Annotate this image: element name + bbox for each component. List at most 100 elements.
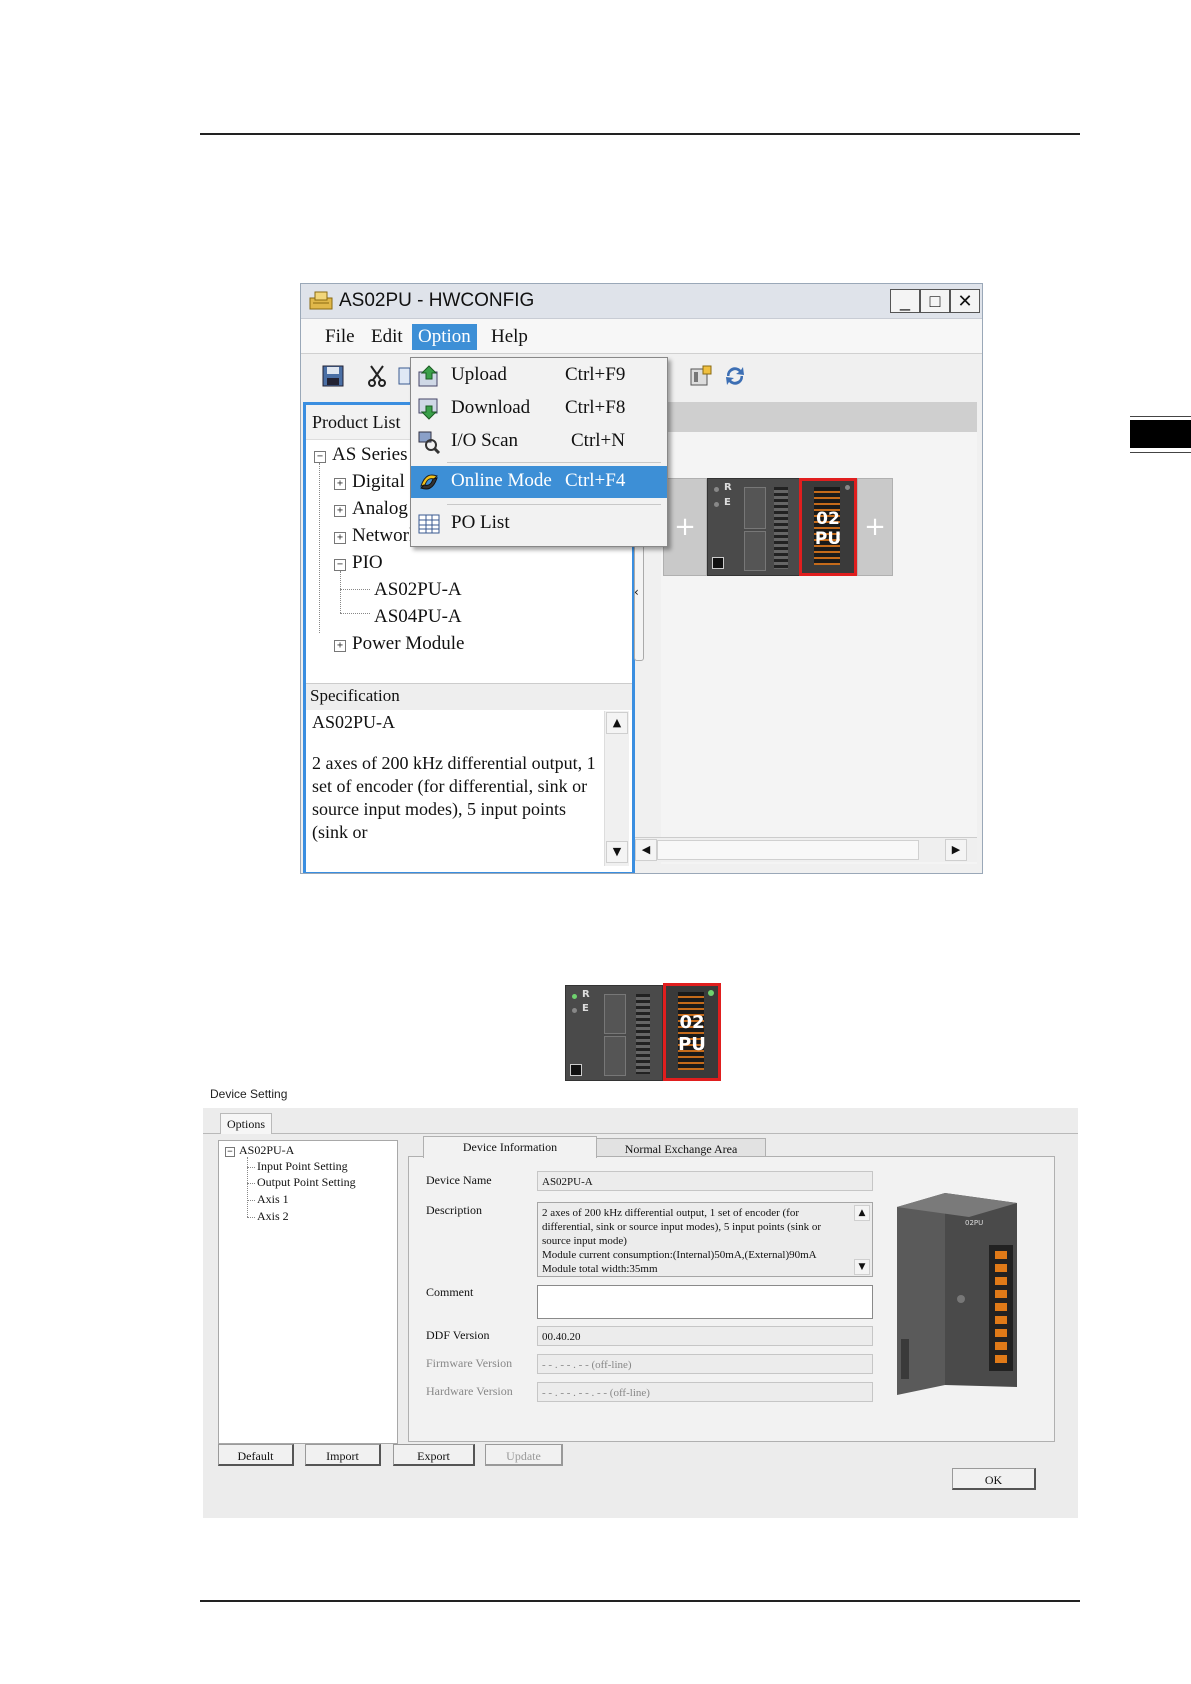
comment-label: Comment <box>426 1285 474 1299</box>
menu-edit[interactable]: Edit <box>365 324 409 350</box>
page-bottom-rule <box>200 1600 1080 1602</box>
maximize-button[interactable]: □ <box>920 289 950 313</box>
expand-toggle[interactable]: + <box>334 505 346 517</box>
chapter-side-tab <box>1130 420 1191 448</box>
side-tab-rule <box>1130 416 1191 417</box>
expand-toggle[interactable]: + <box>334 532 346 544</box>
comment-input[interactable] <box>537 1285 873 1319</box>
expand-toggle[interactable]: + <box>334 478 346 490</box>
menu-option[interactable]: Option <box>412 324 477 350</box>
default-button[interactable]: Default <box>218 1444 294 1466</box>
minimize-button[interactable]: _ <box>890 289 920 313</box>
collapse-toggle[interactable]: − <box>225 1147 235 1157</box>
tree-item-analog[interactable]: Analog <box>352 498 408 520</box>
menu-item-io-scan[interactable]: I/O Scan Ctrl+N <box>411 426 667 458</box>
led-r-icon <box>714 487 719 492</box>
description-scroll-up-icon[interactable]: ▲ <box>854 1205 870 1221</box>
module-label-pu: PU <box>814 529 842 549</box>
menu-item-upload[interactable]: Upload Ctrl+F9 <box>411 360 667 392</box>
horizontal-scrollbar[interactable]: ◀ ▶ <box>635 837 977 862</box>
rack-header-bar <box>661 402 977 432</box>
description-label: Description <box>426 1203 482 1217</box>
menu-file[interactable]: File <box>319 324 361 350</box>
tree-connector <box>340 589 370 590</box>
menu-item-online-mode[interactable]: Online Mode Ctrl+F4 <box>411 466 667 498</box>
module-info-icon[interactable] <box>689 364 713 388</box>
upload-icon <box>418 365 438 387</box>
scroll-left-arrow-icon[interactable]: ◀ <box>635 839 657 861</box>
tree-item-pio[interactable]: PIO <box>352 552 383 574</box>
po-list-icon <box>418 514 440 534</box>
io-scan-icon <box>418 431 441 454</box>
tree-item-axis-1[interactable]: Axis 1 <box>257 1192 289 1207</box>
tree-item-output-point-setting[interactable]: Output Point Setting <box>257 1175 356 1190</box>
refresh-icon[interactable] <box>723 364 747 388</box>
ok-button[interactable]: OK <box>952 1468 1036 1490</box>
module-rack-image: R E 02 PU <box>565 983 723 1081</box>
tree-item-digital[interactable]: Digital <box>352 471 405 493</box>
tree-item-as04pu-a[interactable]: AS04PU-A <box>374 606 462 628</box>
menu-item-download[interactable]: Download Ctrl+F8 <box>411 393 667 425</box>
tree-item-input-point-setting[interactable]: Input Point Setting <box>257 1159 348 1174</box>
add-module-left-slot[interactable]: + <box>663 478 707 576</box>
menu-item-po-list[interactable]: PO List <box>411 508 667 540</box>
cpu-led-label-e: E <box>582 1003 589 1014</box>
tree-root-as02pu-a[interactable]: AS02PU-A <box>239 1143 294 1158</box>
download-icon <box>418 398 438 420</box>
update-button[interactable]: Update <box>485 1444 563 1466</box>
led-e-icon <box>572 1008 577 1013</box>
download-label: Download <box>451 397 531 418</box>
specification-header-bar: Specification <box>306 683 632 710</box>
copy-icon[interactable] <box>397 364 411 388</box>
title-bar: AS02PU - HWCONFIG _ □ ✕ <box>301 284 982 319</box>
online-mode-icon <box>420 474 438 490</box>
description-box: 2 axes of 200 kHz differential output, 1… <box>537 1202 873 1277</box>
menu-separator <box>447 462 661 463</box>
ddf-version-field: 00.40.20 <box>537 1326 873 1346</box>
menu-help[interactable]: Help <box>485 324 534 350</box>
import-button[interactable]: Import <box>305 1444 381 1466</box>
online-mode-shortcut: Ctrl+F4 <box>565 470 626 491</box>
spec-scrollbar[interactable]: ▲ ▼ <box>604 711 629 866</box>
scrollbar-thumb[interactable] <box>657 840 919 860</box>
tree-connector <box>247 1200 255 1201</box>
cpu-connector <box>774 487 788 569</box>
collapse-toggle[interactable]: − <box>334 559 346 571</box>
tree-connector <box>319 463 320 633</box>
description-scroll-down-icon[interactable]: ▼ <box>854 1259 870 1275</box>
export-button[interactable]: Export <box>393 1444 475 1466</box>
as02pu-module-selected[interactable]: 02 PU <box>799 478 857 576</box>
scroll-up-arrow-icon[interactable]: ▲ <box>606 712 628 734</box>
tree-item-power-module[interactable]: Power Module <box>352 633 464 655</box>
tree-root-as-series[interactable]: AS Series <box>332 444 407 466</box>
firmware-version-label: Firmware Version <box>426 1356 513 1370</box>
module-label-pu: PU <box>678 1034 706 1055</box>
cut-icon[interactable] <box>365 364 389 388</box>
specification-text: 2 axes of 200 kHz differential output, 1… <box>312 753 596 842</box>
tree-item-as02pu-a[interactable]: AS02PU-A <box>374 579 462 601</box>
collapse-toggle[interactable]: − <box>314 451 326 463</box>
cpu-port <box>604 1036 626 1076</box>
tab-options[interactable]: Options <box>220 1113 272 1134</box>
cpu-module-image: R E <box>565 985 663 1081</box>
save-icon[interactable] <box>321 364 345 388</box>
app-icon <box>309 291 333 310</box>
expand-toggle[interactable]: + <box>334 640 346 652</box>
add-module-right-slot[interactable]: + <box>857 478 893 576</box>
po-list-label: PO List <box>451 512 510 533</box>
close-button[interactable]: ✕ <box>950 289 980 313</box>
tree-item-axis-2[interactable]: Axis 2 <box>257 1209 289 1224</box>
module-label-02: 02 <box>679 1012 705 1033</box>
scroll-right-arrow-icon[interactable]: ▶ <box>945 839 967 861</box>
tree-connector <box>340 571 341 613</box>
description-line: differential, sink or source input modes… <box>542 1221 822 1233</box>
cpu-module[interactable]: R E <box>707 478 801 576</box>
scroll-down-arrow-icon[interactable]: ▼ <box>606 841 628 863</box>
splitter-chevron-left-icon[interactable]: ‹ <box>634 585 639 599</box>
ddf-version-label: DDF Version <box>426 1328 490 1342</box>
cpu-slot <box>712 557 724 569</box>
panel-splitter[interactable]: ‹ <box>634 529 644 661</box>
upload-label: Upload <box>451 364 507 385</box>
cpu-led-label-e: E <box>724 497 731 508</box>
tab-device-information[interactable]: Device Information <box>423 1136 597 1158</box>
